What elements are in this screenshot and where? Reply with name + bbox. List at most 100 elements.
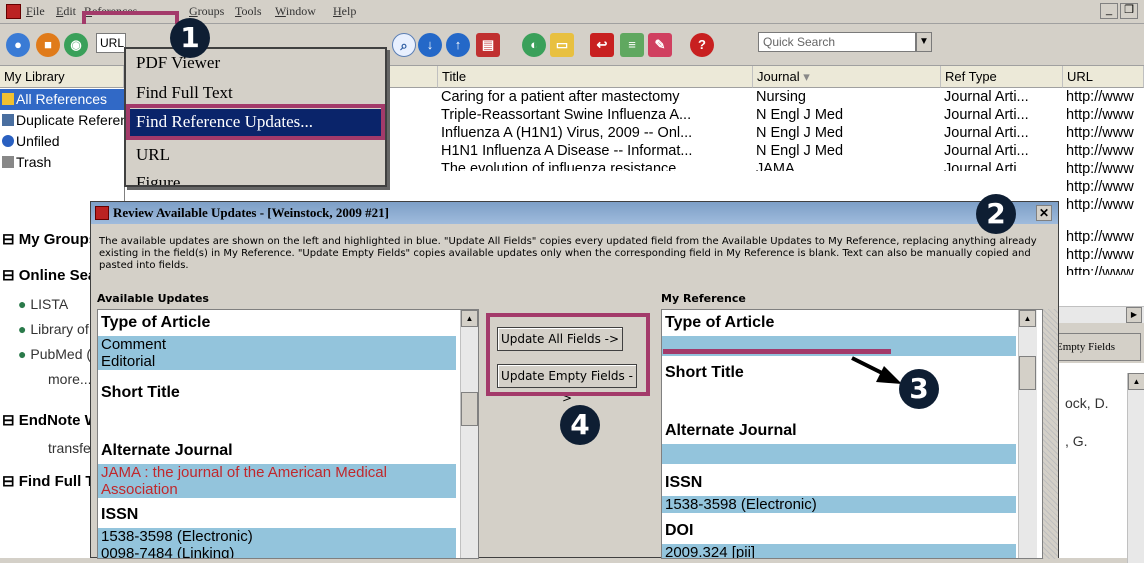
field-value-issn[interactable]: 1538-3598 (Electronic) — [662, 496, 1016, 513]
download-icon[interactable]: ↓ — [418, 33, 442, 57]
scroll-up-icon[interactable]: ▲ — [461, 310, 478, 327]
integrated-library-icon[interactable]: ■ — [36, 33, 60, 57]
search-icon: ● — [18, 296, 27, 312]
duplicate-references-item[interactable]: Duplicate References — [0, 110, 125, 131]
unfiled-icon — [2, 135, 14, 147]
format-icon[interactable]: ≡ — [620, 33, 644, 57]
menu-edit[interactable]: Edit — [56, 4, 76, 19]
url-cell: http://www — [1066, 265, 1134, 275]
field-value-type[interactable]: Comment Editorial — [98, 336, 456, 370]
url-cell: http://www — [1066, 179, 1134, 195]
search-icon[interactable]: ⌕ — [392, 33, 416, 57]
minimize-icon[interactable]: _ — [1100, 3, 1118, 19]
field-label-alt-journal: Alternate Journal — [101, 442, 233, 459]
scroll-up-icon[interactable]: ▲ — [1128, 373, 1144, 390]
field-label-type: Type of Article — [665, 314, 775, 331]
trash-item[interactable]: Trash — [0, 152, 125, 173]
resize-grip[interactable] — [1043, 309, 1058, 559]
field-label-type: Type of Article — [101, 314, 211, 331]
field-value-doi[interactable]: 2009.324 [pii] — [662, 544, 1016, 558]
field-value-issn[interactable]: 1538-3598 (Electronic) 0098-7484 (Linkin… — [98, 528, 456, 558]
reference-list-tail: http://www http://www http://www ▶ Empty… — [1051, 216, 1144, 563]
url-cell: http://www — [1066, 247, 1134, 263]
menu-window[interactable]: Window — [275, 4, 316, 19]
menu-tools[interactable]: Tools — [235, 4, 262, 19]
restore-icon[interactable]: ❐ — [1120, 3, 1138, 19]
close-icon[interactable]: ✕ — [1036, 205, 1052, 221]
menu-item-url[interactable]: URL — [136, 145, 170, 165]
url-cell: http://www — [1066, 229, 1134, 245]
menu-help[interactable]: Help — [333, 4, 356, 19]
menu-item-find-full-text[interactable]: Find Full Text — [136, 83, 233, 103]
books-icon[interactable]: ▤ — [476, 33, 500, 57]
url-cell: http://www — [1066, 161, 1134, 177]
endnote-app-icon[interactable] — [6, 4, 21, 19]
style-select[interactable]: URL — [96, 33, 126, 53]
horizontal-scrollbar[interactable]: ▶ — [1059, 306, 1144, 323]
preview-scrollbar[interactable]: ▲ — [1127, 373, 1144, 563]
field-label-short-title: Short Title — [101, 384, 180, 401]
dialog-title: Review Available Updates - [Weinstock, 2… — [113, 205, 389, 220]
field-label-doi: DOI — [665, 522, 694, 539]
my-reference-scrollbar[interactable]: ▲ — [1018, 310, 1037, 558]
col-header-title[interactable]: Title — [438, 66, 753, 88]
duplicate-icon — [2, 114, 14, 126]
menu-file[interactable]: File — [26, 4, 45, 19]
all-references-item[interactable]: All References — [0, 89, 125, 110]
scroll-thumb[interactable] — [461, 392, 478, 426]
preview-tab-bar: Empty Fields — [1051, 323, 1144, 363]
upload-icon[interactable]: ↑ — [446, 33, 470, 57]
edit-icon[interactable]: ✎ — [648, 33, 672, 57]
available-updates-label: Available Updates — [97, 292, 209, 305]
menu-item-pdf-viewer[interactable]: PDF Viewer — [136, 53, 220, 73]
chevron-down-icon[interactable]: ▼ — [916, 32, 932, 52]
field-label-issn: ISSN — [665, 474, 703, 491]
field-label-alt-journal: Alternate Journal — [665, 422, 797, 439]
step-badge-2: 2 — [976, 194, 1016, 234]
web-icon[interactable]: ◐ — [522, 33, 546, 57]
trash-icon — [2, 156, 14, 168]
my-reference-box[interactable]: Type of Article Short Title Alternate Jo… — [661, 309, 1043, 559]
folder-icon — [2, 93, 14, 105]
unfiled-item[interactable]: Unfiled — [0, 131, 125, 152]
arrow-icon — [851, 356, 902, 384]
available-scrollbar[interactable]: ▲ — [460, 310, 478, 558]
search-icon: ● — [18, 321, 27, 337]
menu-item-figure[interactable]: Figure — [126, 173, 385, 185]
col-header-url[interactable]: URL — [1063, 66, 1144, 88]
col-header-journal[interactable]: Journal ▾ — [753, 66, 941, 88]
library-header[interactable]: My Library — [0, 66, 124, 88]
folder-icon[interactable]: ▭ — [550, 33, 574, 57]
step-badge-3: 3 — [899, 369, 939, 409]
field-label-short-title: Short Title — [665, 364, 744, 381]
my-reference-label: My Reference — [661, 292, 746, 305]
sort-icon: ▾ — [803, 69, 810, 84]
col-header-ref-type[interactable]: Ref Type — [941, 66, 1063, 88]
preview-pane: ock, D. , G. ▲ — [1059, 363, 1144, 563]
field-label-issn: ISSN — [101, 506, 139, 523]
library-icon[interactable]: ● — [6, 33, 30, 57]
author-text: ock, D. — [1065, 395, 1109, 411]
url-cell: http://www — [1066, 197, 1134, 213]
field-value-alt-journal[interactable]: JAMA : the journal of the American Medic… — [98, 464, 456, 498]
dialog-title-bar[interactable]: Review Available Updates - [Weinstock, 2… — [91, 202, 1058, 224]
endnote-app-icon — [95, 206, 109, 220]
menu-groups[interactable]: Groups — [189, 4, 224, 19]
help-icon[interactable]: ? — [690, 33, 714, 57]
author-text: , G. — [1065, 433, 1088, 449]
available-updates-box[interactable]: Type of Article Comment Editorial Short … — [97, 309, 479, 559]
dialog-description: The available updates are shown on the l… — [99, 236, 1037, 271]
step-badge-1: 1 — [170, 18, 210, 58]
return-icon[interactable]: ↩ — [590, 33, 614, 57]
field-value-alt-journal-empty[interactable] — [662, 444, 1016, 464]
find-updates-highlight — [126, 104, 385, 140]
online-search-icon[interactable]: ◉ — [64, 33, 88, 57]
scroll-up-icon[interactable]: ▲ — [1019, 310, 1036, 327]
step-badge-4: 4 — [560, 405, 600, 445]
scroll-right-icon[interactable]: ▶ — [1126, 307, 1142, 323]
scroll-thumb[interactable] — [1019, 356, 1036, 390]
quick-search-input[interactable]: Quick Search — [758, 32, 916, 52]
update-buttons-highlight — [486, 313, 650, 396]
tab-empty-fields[interactable]: Empty Fields — [1051, 333, 1141, 361]
search-icon: ● — [18, 346, 27, 362]
